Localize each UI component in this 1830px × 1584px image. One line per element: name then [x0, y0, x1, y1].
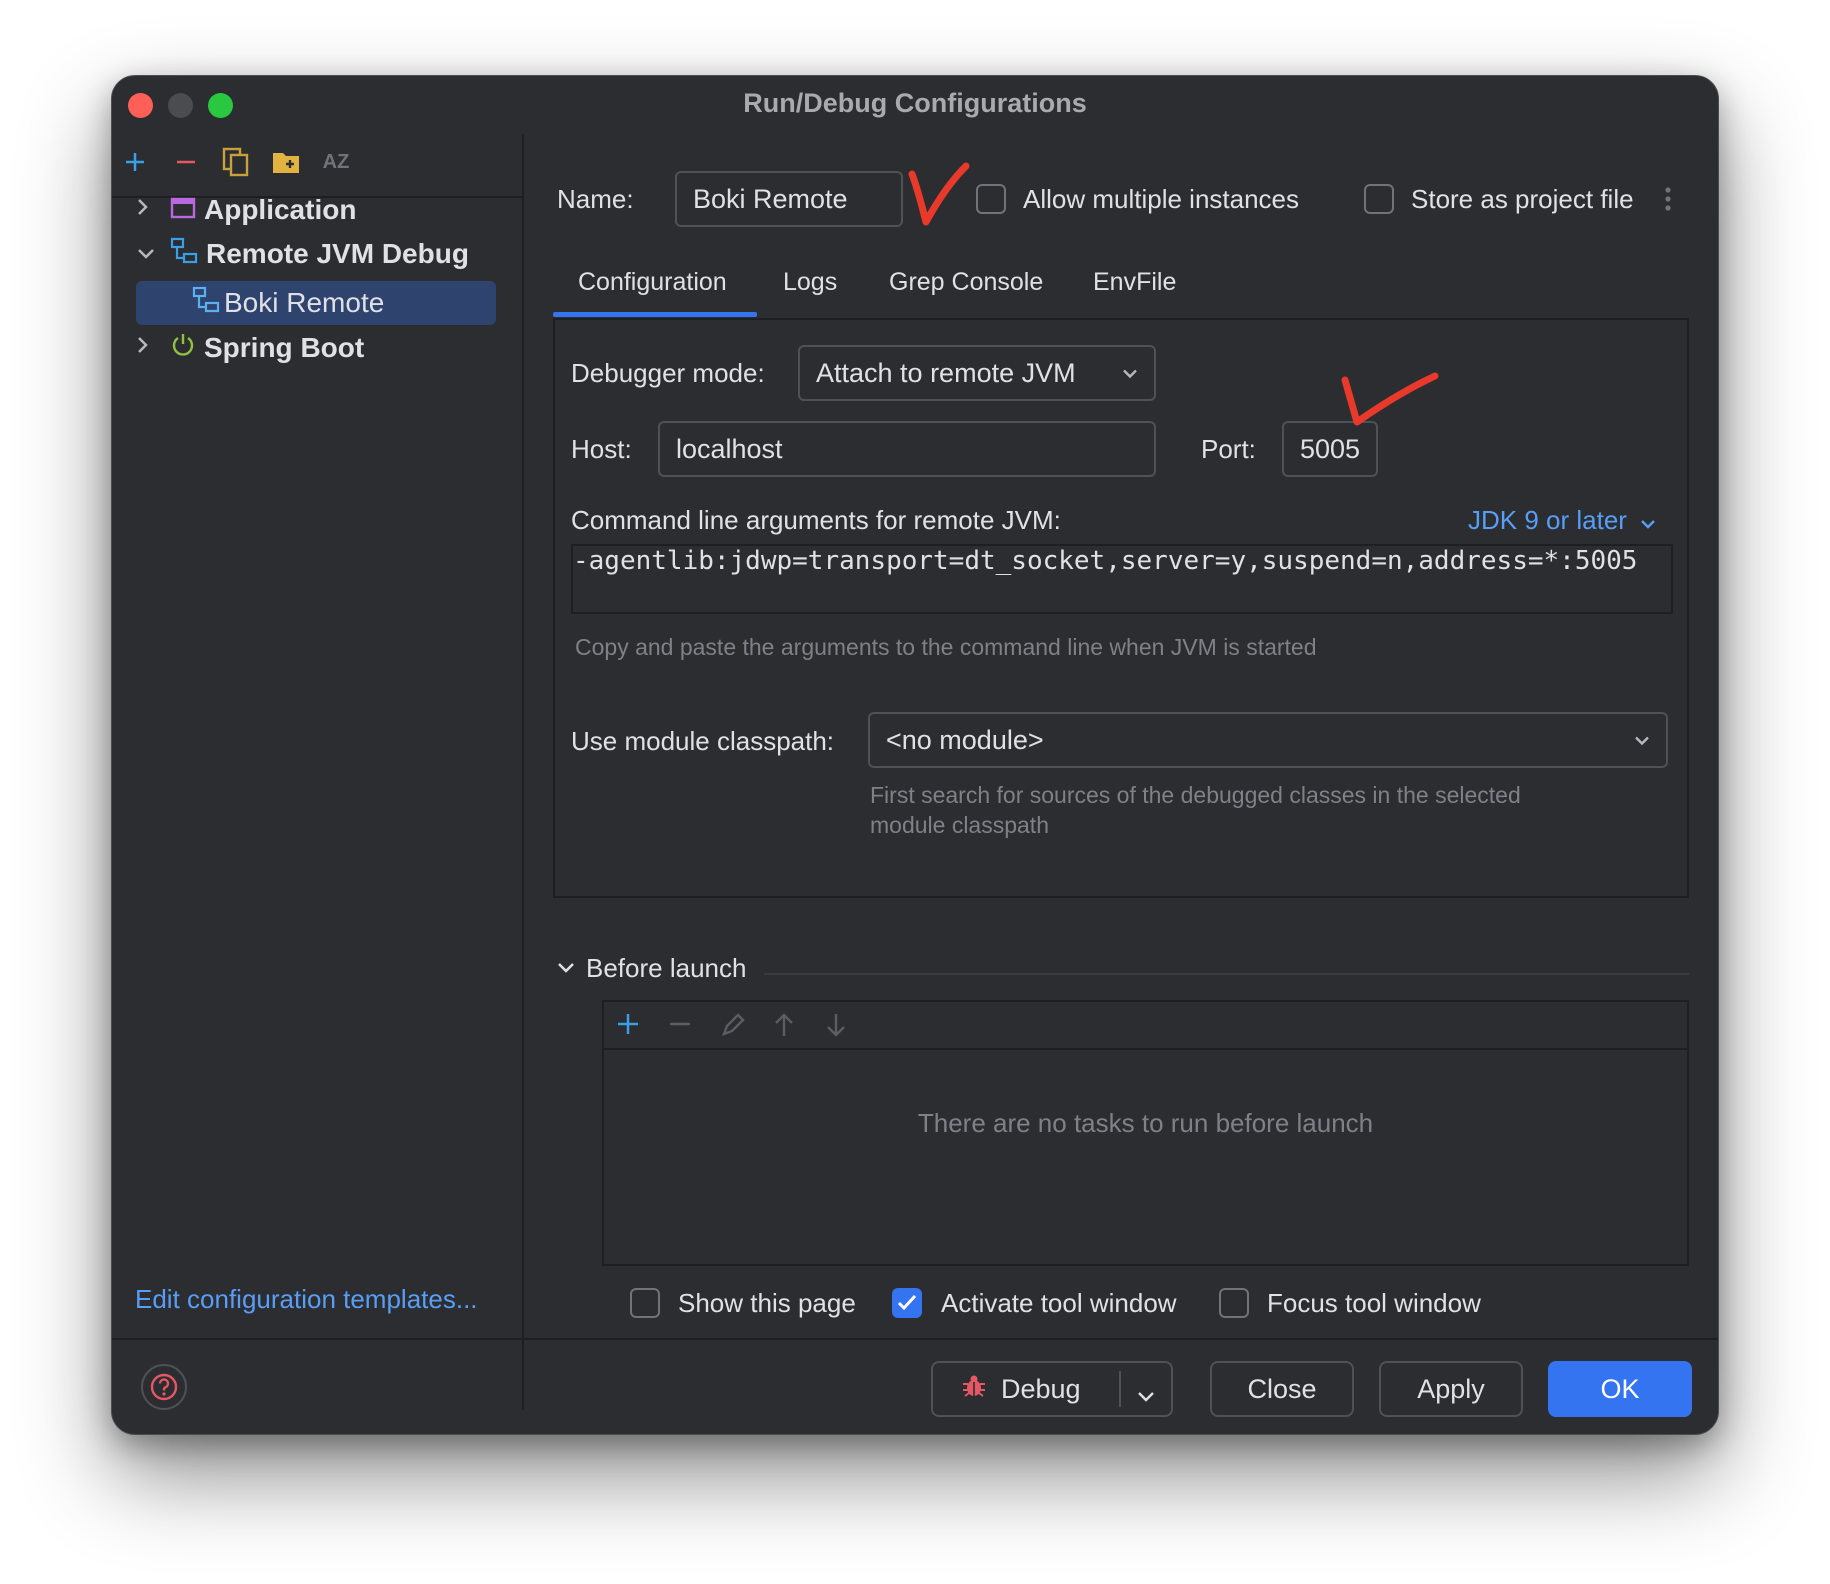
debugger-mode-select[interactable]: Attach to remote JVM	[798, 345, 1156, 401]
focus-tool-window-checkbox[interactable]	[1219, 1288, 1249, 1318]
application-icon	[170, 194, 196, 226]
edit-configuration-templates-link[interactable]: Edit configuration templates...	[135, 1284, 478, 1315]
port-label: Port:	[1201, 434, 1256, 464]
chevron-down-icon[interactable]	[1137, 1379, 1155, 1410]
question-icon	[150, 1373, 178, 1401]
host-input[interactable]: localhost	[658, 421, 1156, 477]
chevron-down-icon[interactable]	[136, 240, 166, 268]
remove-icon[interactable]	[668, 1012, 692, 1041]
store-project-checkbox[interactable]	[1364, 184, 1394, 214]
tab-envfile[interactable]: EnvFile	[1093, 268, 1176, 297]
close-button[interactable]: Close	[1210, 1361, 1354, 1417]
remote-debug-icon	[170, 237, 198, 272]
ok-button[interactable]: OK	[1548, 1361, 1692, 1417]
split-divider	[1119, 1371, 1121, 1407]
chevron-down-icon	[1122, 362, 1138, 385]
before-launch-toolbar	[602, 1000, 1689, 1050]
remote-debug-icon	[192, 286, 220, 321]
power-icon	[170, 332, 196, 365]
new-folder-icon[interactable]	[266, 142, 306, 182]
activate-tool-window-label: Activate tool window	[941, 1288, 1177, 1318]
edit-icon[interactable]	[720, 1012, 746, 1043]
red-checkmark-annotation	[908, 162, 970, 226]
allow-multiple-checkbox[interactable]	[976, 184, 1006, 214]
show-page-checkbox[interactable]	[630, 1288, 660, 1318]
chevron-right-icon[interactable]	[136, 334, 166, 362]
debugger-mode-label: Debugger mode:	[571, 358, 765, 388]
module-hint-line1: First search for sources of the debugged…	[870, 782, 1521, 808]
footer-separator	[112, 1338, 1718, 1340]
copy-icon[interactable]	[216, 142, 256, 182]
before-launch-separator	[764, 973, 1689, 975]
before-launch-empty-text: There are no tasks to run before launch	[917, 1108, 1374, 1138]
tree-item-application[interactable]: Application	[136, 188, 356, 232]
host-label: Host:	[571, 434, 632, 464]
cmd-args-hint: Copy and paste the arguments to the comm…	[575, 634, 1317, 660]
tree-item-spring-boot[interactable]: Spring Boot	[136, 326, 364, 370]
chevron-down-icon	[1640, 505, 1656, 535]
allow-multiple-label: Allow multiple instances	[1023, 184, 1300, 214]
window-title: Run/Debug Configurations	[743, 88, 1087, 118]
arrow-up-icon[interactable]	[772, 1012, 796, 1043]
focus-tool-window-label: Focus tool window	[1267, 1288, 1481, 1318]
tab-logs[interactable]: Logs	[783, 268, 837, 297]
chevron-down-icon[interactable]	[556, 961, 576, 980]
sort-az-icon[interactable]: AZ	[316, 142, 356, 182]
name-input[interactable]: Boki Remote	[675, 171, 903, 227]
apply-button[interactable]: Apply	[1379, 1361, 1523, 1417]
run-debug-dialog: Run/Debug Configurations AZ Application	[111, 75, 1719, 1435]
debug-button[interactable]: Debug	[931, 1361, 1173, 1417]
chevron-right-icon[interactable]	[136, 196, 166, 224]
store-project-label: Store as project file	[1411, 184, 1634, 214]
tree-item-remote-jvm-debug[interactable]: Remote JVM Debug	[136, 232, 469, 276]
cmd-args-text[interactable]: -agentlib:jdwp=transport=dt_socket,serve…	[573, 546, 1637, 576]
tab-grep-console[interactable]: Grep Console	[889, 268, 1043, 297]
cmd-args-label: Command line arguments for remote JVM:	[571, 505, 1061, 535]
port-input[interactable]: 5005	[1282, 421, 1378, 477]
arrow-down-icon[interactable]	[824, 1012, 848, 1043]
chevron-down-icon	[1634, 729, 1650, 752]
jdk-version-dropdown[interactable]: JDK 9 or later	[1468, 505, 1656, 536]
module-classpath-label: Use module classpath:	[571, 726, 835, 756]
active-tab-indicator	[553, 312, 757, 317]
bug-icon	[961, 1373, 987, 1406]
tab-configuration[interactable]: Configuration	[578, 268, 727, 297]
add-icon[interactable]	[115, 142, 155, 182]
checkmark-icon	[897, 1294, 917, 1311]
tree-item-boki-remote[interactable]: Boki Remote	[192, 281, 384, 325]
name-label: Name:	[557, 184, 634, 214]
module-classpath-select[interactable]: <no module>	[868, 712, 1668, 768]
add-icon[interactable]	[616, 1012, 640, 1041]
more-options-icon[interactable]	[1664, 186, 1672, 217]
before-launch-title[interactable]: Before launch	[586, 953, 746, 984]
help-button[interactable]	[141, 1364, 187, 1410]
remove-icon[interactable]	[166, 142, 206, 182]
module-hint-line2: module classpath	[870, 812, 1049, 838]
show-page-label: Show this page	[678, 1288, 856, 1318]
activate-tool-window-checkbox[interactable]	[892, 1288, 922, 1318]
sidebar-divider	[522, 134, 524, 1410]
